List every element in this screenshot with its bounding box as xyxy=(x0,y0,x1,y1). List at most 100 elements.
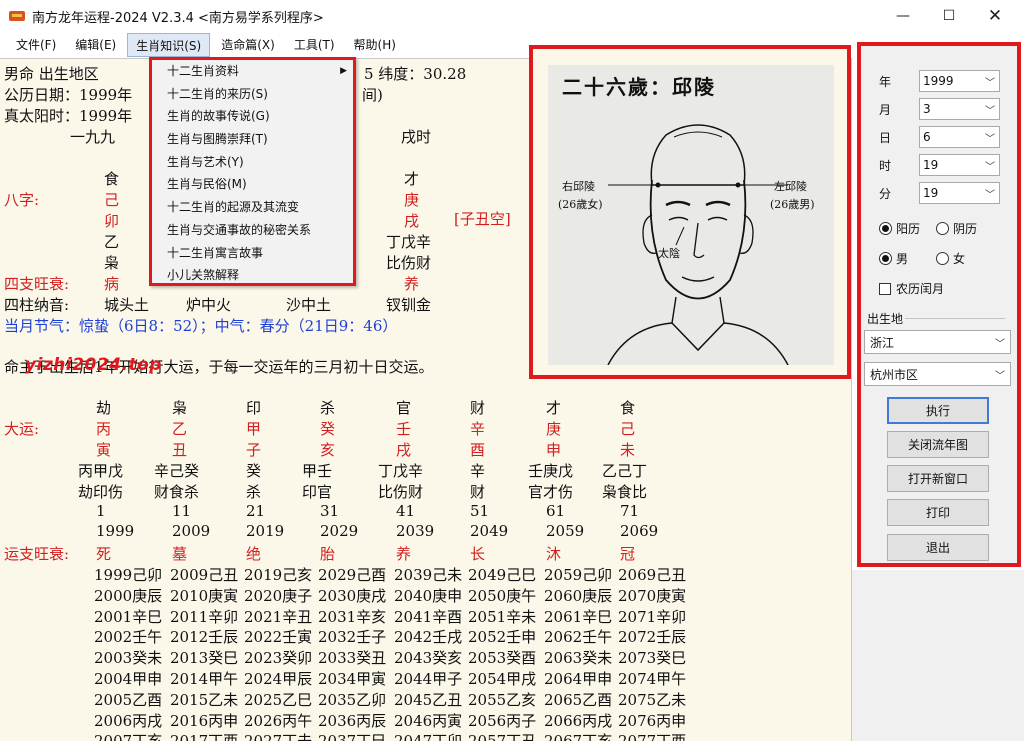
liunian-cell: 2030庚戌 xyxy=(318,586,387,605)
liunian-cell: 2077丁酉 xyxy=(618,730,686,741)
submenu-item-traffic[interactable]: 生肖与交通事故的秘密关系 xyxy=(152,219,353,242)
submenu-item-label: 十二生肖资料 xyxy=(167,64,240,78)
day-select[interactable]: 6 ﹀ xyxy=(919,126,1000,148)
submenu-item-totem[interactable]: 生肖与图腾崇拜(T) xyxy=(152,128,353,151)
close-liunian-chart-button[interactable]: 关闭流年图 xyxy=(887,431,989,458)
submenu-item-child-sha[interactable]: 小儿关煞解释 xyxy=(152,264,353,287)
chevron-down-icon: ﹀ xyxy=(985,133,995,145)
face-reading-image: 二十六歲：邱陵 右邱陵 (26歲女) 左邱陵 (26歲男) 太陰 xyxy=(548,65,834,365)
menu-zodiac-knowledge[interactable]: 生肖知识(S) xyxy=(127,33,211,57)
dayun-ss-6: 财 xyxy=(470,399,486,417)
dayun-year-2: 2009 xyxy=(172,522,211,540)
submenu-item-origin[interactable]: 十二生肖的来历(S) xyxy=(152,83,353,106)
radio-empty-icon xyxy=(936,252,950,265)
menu-destiny[interactable]: 造命篇(X) xyxy=(213,33,283,57)
liunian-cell: 2002壬午 xyxy=(94,628,163,647)
minute-select[interactable]: 19 ﹀ xyxy=(919,182,1000,204)
open-new-window-button[interactable]: 打开新窗口 xyxy=(887,465,989,492)
close-button[interactable]: ✕ xyxy=(972,0,1018,32)
male-radio[interactable]: 男 xyxy=(879,250,908,267)
month-value: 3 xyxy=(923,102,931,116)
submenu-item-zodiac-data[interactable]: 十二生肖资料 ▶ xyxy=(152,60,353,83)
maximize-button[interactable]: ☐ xyxy=(926,0,972,32)
submenu-item-legends[interactable]: 生肖的故事传说(G) xyxy=(152,105,353,128)
liunian-cell: 2020庚子 xyxy=(244,586,313,605)
year-select[interactable]: 1999 ﹀ xyxy=(919,70,1000,92)
submenu-item-evolution[interactable]: 十二生肖的起源及其流变 xyxy=(152,196,353,219)
province-select[interactable]: 浙江 ﹀ xyxy=(864,330,1011,354)
liunian-cell: 2065乙酉 xyxy=(544,690,613,709)
execute-button[interactable]: 执行 xyxy=(887,397,989,424)
liunian-cell: 2073癸巳 xyxy=(618,649,687,668)
liunian-cell: 2010庚寅 xyxy=(170,586,239,605)
shishen-year: 食 xyxy=(104,170,120,188)
menu-tools[interactable]: 工具(T) xyxy=(286,33,343,57)
hour-select[interactable]: 19 ﹀ xyxy=(919,154,1000,176)
dayun-cang-ss-6: 财 xyxy=(470,483,486,501)
liunian-cell: 2044甲子 xyxy=(394,670,463,688)
canggan-ss-hour: 比伤财 xyxy=(386,254,432,272)
day-label: 日 xyxy=(879,130,892,145)
submenu-item-fables[interactable]: 十二生肖寓言故事 xyxy=(152,242,353,265)
liunian-cell: 2012壬辰 xyxy=(170,628,239,647)
lunar-radio[interactable]: 阴历 xyxy=(936,220,977,237)
dayun-ss-5: 官 xyxy=(396,399,412,417)
liunian-cell: 2054甲戌 xyxy=(468,670,537,688)
liunian-cell: 2005乙酉 xyxy=(94,690,163,709)
chart-line-4: 一九九 xyxy=(70,128,116,146)
menu-file[interactable]: 文件(F) xyxy=(8,33,64,57)
female-radio[interactable]: 女 xyxy=(936,250,965,267)
city-select[interactable]: 杭州市区 ﹀ xyxy=(864,362,1011,386)
menu-edit[interactable]: 编辑(E) xyxy=(67,33,124,57)
print-button[interactable]: 打印 xyxy=(887,499,989,526)
liunian-cell: 2036丙辰 xyxy=(318,711,387,730)
chart-line-2-tail: 间) xyxy=(362,86,383,104)
menu-help[interactable]: 帮助(H) xyxy=(346,33,404,57)
dayun-age-5: 41 xyxy=(396,502,416,520)
exit-button[interactable]: 退出 xyxy=(887,534,989,561)
submenu-item-folk[interactable]: 生肖与民俗(M) xyxy=(152,173,353,196)
minimize-button[interactable]: — xyxy=(880,0,926,32)
liunian-cell: 2037丁巳 xyxy=(318,730,386,741)
dayun-gan-2: 乙 xyxy=(172,420,188,438)
liunian-cell: 2016丙申 xyxy=(170,711,239,730)
dayun-ss-1: 劫 xyxy=(96,399,112,417)
solar-radio[interactable]: 阳历 xyxy=(879,220,920,237)
chevron-down-icon: ﹀ xyxy=(995,338,1005,350)
liunian-cell: 2031辛亥 xyxy=(318,607,387,626)
leap-month-row[interactable]: 农历闰月 xyxy=(879,280,944,297)
liunian-cell: 2034甲寅 xyxy=(318,670,387,688)
month-select[interactable]: 3 ﹀ xyxy=(919,98,1000,120)
liunian-cell: 2039己未 xyxy=(394,566,463,584)
birthplace-label: 出生地 xyxy=(867,312,904,326)
dayun-cang-ss-5: 比伤财 xyxy=(378,483,424,501)
dayun-age-1: 1 xyxy=(96,502,106,520)
dayun-cang-4: 甲壬 xyxy=(302,462,333,480)
liunian-cell: 2050庚午 xyxy=(468,586,537,605)
jieqi-line: 当月节气：惊蛰（6日8：52）；中气：春分（21日9：46） xyxy=(4,317,398,335)
wangshuai-year: 病 xyxy=(104,275,120,293)
radio-empty-icon xyxy=(936,222,950,235)
dayun-age-2: 11 xyxy=(172,502,192,520)
submenu-arrow-icon: ▶ xyxy=(340,66,347,76)
nayin-label: 四柱纳音: xyxy=(4,296,70,314)
window-title: 南方龙年运程-2024 V2.3.4 <南方易学系列程序> xyxy=(32,10,324,26)
liunian-cell: 2043癸亥 xyxy=(394,649,463,668)
nayin-hour: 钗钏金 xyxy=(386,296,432,314)
submenu-item-art[interactable]: 生肖与艺术(Y) xyxy=(152,151,353,174)
chart-line-1: 男命 出生地区 xyxy=(4,65,99,83)
dayun-gan-3: 甲 xyxy=(246,420,262,438)
liunian-cell: 2033癸丑 xyxy=(318,649,387,668)
liunian-cell: 2063癸未 xyxy=(544,649,613,668)
wangshuai-hour: 养 xyxy=(404,275,420,293)
liunian-cell: 2067丁亥 xyxy=(544,730,612,741)
dayun-zhi-1: 寅 xyxy=(96,441,112,459)
dayun-zhi-5: 戌 xyxy=(396,441,412,459)
radio-selected-icon xyxy=(879,222,892,235)
liunian-cell: 2051辛未 xyxy=(468,607,537,626)
chevron-down-icon: ﹀ xyxy=(985,77,995,89)
title-bar: 南方龙年运程-2024 V2.3.4 <南方易学系列程序> — ☐ ✕ xyxy=(0,0,1024,32)
dayun-year-6: 2049 xyxy=(470,522,509,540)
left-qiuling-sub: (26歲男) xyxy=(770,198,815,211)
dayun-year-4: 2029 xyxy=(320,522,359,540)
